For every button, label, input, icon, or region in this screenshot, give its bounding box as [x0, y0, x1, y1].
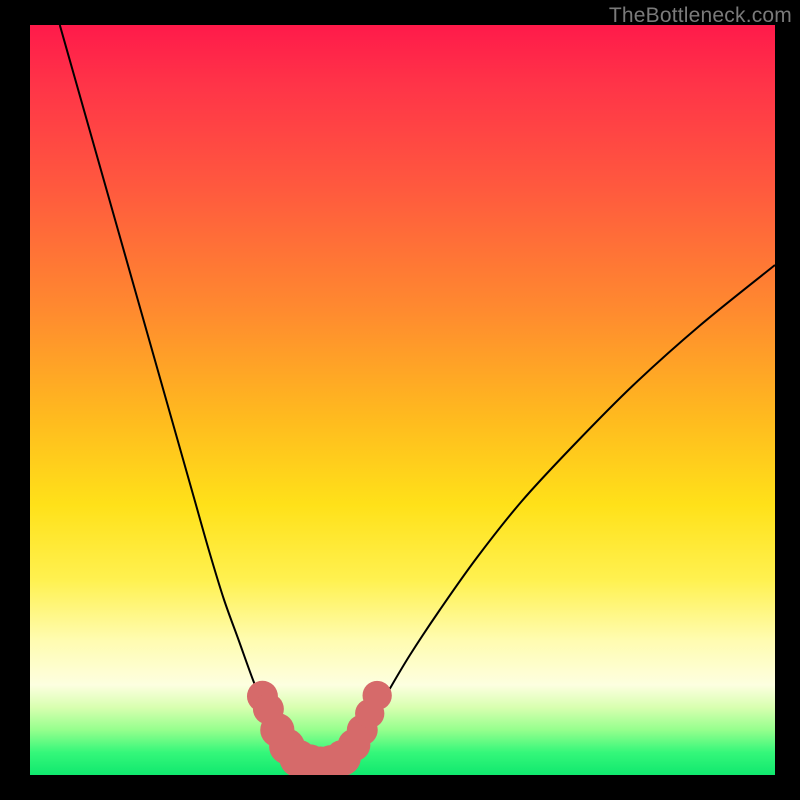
- curve-layer: [30, 25, 775, 775]
- marker-dot: [363, 681, 392, 710]
- curve-left-arm: [60, 25, 298, 760]
- chart-root: TheBottleneck.com: [0, 0, 800, 800]
- marker-group: [247, 681, 392, 775]
- plot-area: [30, 25, 775, 775]
- curve-right-arm: [343, 265, 775, 759]
